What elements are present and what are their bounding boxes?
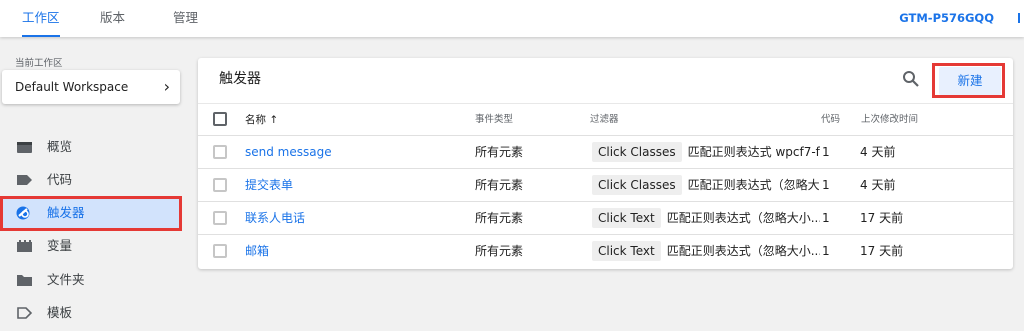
sidebar-item-folders[interactable]: 文件夹 <box>0 265 180 295</box>
workspace-caption: 当前工作区 <box>15 58 63 69</box>
tag-count: 1 <box>822 244 830 258</box>
filter-variable: Click Text <box>592 208 661 228</box>
workspace-selector[interactable]: Default Workspace › <box>2 70 180 104</box>
top-bar: 工作区 版本 管理 GTM-P576GQQ <box>0 0 1024 37</box>
sidebar-item-overview[interactable]: 概览 <box>0 132 180 162</box>
sidebar-item-label: 概览 <box>47 139 73 154</box>
filter-cell: Click Text 匹配正则表达式（忽略大小... <box>592 235 820 267</box>
row-checkbox[interactable] <box>213 244 227 258</box>
trigger-name-link[interactable]: 联系人电话 <box>245 202 305 234</box>
table-row[interactable]: 邮箱 所有元素 Click Text 匹配正则表达式（忽略大小... 1 17 天… <box>198 235 1013 268</box>
filter-condition: 匹配正则表达式（忽略大小... <box>666 244 820 258</box>
filter-cell: Click Classes 匹配正则表达式 wpcf7-f... <box>592 136 820 168</box>
triggers-card: 触发器 新建 名称 ↑ 事件类型 过滤器 代码 上次修改时间 send mess… <box>198 58 1013 269</box>
event-type: 所有元素 <box>475 145 524 159</box>
more-icon[interactable] <box>1014 0 1024 36</box>
trigger-name-link[interactable]: 邮箱 <box>245 235 269 267</box>
table-row[interactable]: send message 所有元素 Click Classes 匹配正则表达式 w… <box>198 136 1013 169</box>
column-header-last-edited[interactable]: 上次修改时间 <box>861 104 918 136</box>
select-all-checkbox[interactable] <box>213 112 227 126</box>
tag-icon <box>17 175 32 185</box>
folder-icon <box>17 275 32 286</box>
tab-workspace[interactable]: 工作区 <box>22 0 60 37</box>
column-header-filter[interactable]: 过滤器 <box>590 104 619 136</box>
workspace-name: Default Workspace <box>15 80 129 94</box>
template-icon <box>17 307 33 319</box>
row-checkbox[interactable] <box>213 145 227 159</box>
filter-condition: 匹配正则表达式（忽略大... <box>687 178 820 192</box>
search-icon[interactable] <box>902 70 920 88</box>
sidebar-item-label: 模板 <box>47 305 73 320</box>
table-row[interactable]: 提交表单 所有元素 Click Classes 匹配正则表达式（忽略大... 1 … <box>198 169 1013 202</box>
sidebar-item-label: 变量 <box>47 238 73 253</box>
last-edited: 17 天前 <box>860 244 904 258</box>
trigger-name-link[interactable]: send message <box>245 136 332 168</box>
highlight-box-triggers <box>0 196 182 231</box>
event-type: 所有元素 <box>475 244 524 258</box>
column-header-tags[interactable]: 代码 <box>821 104 840 136</box>
chevron-right-icon: › <box>163 77 170 96</box>
event-type: 所有元素 <box>475 178 524 192</box>
row-checkbox[interactable] <box>213 178 227 192</box>
overview-icon <box>17 142 32 153</box>
tag-count: 1 <box>822 145 830 159</box>
sidebar-item-label: 文件夹 <box>47 272 85 287</box>
filter-cell: Click Text 匹配正则表达式（忽略大小... <box>592 202 820 234</box>
column-header-event-type[interactable]: 事件类型 <box>475 104 513 136</box>
page-title: 触发器 <box>219 71 261 87</box>
sidebar-item-tags[interactable]: 代码 <box>0 165 180 195</box>
table-row[interactable]: 联系人电话 所有元素 Click Text 匹配正则表达式（忽略大小... 1 1… <box>198 202 1013 235</box>
container-id[interactable]: GTM-P576GQQ <box>899 0 994 36</box>
filter-variable: Click Classes <box>592 175 682 195</box>
tag-count: 1 <box>822 211 830 225</box>
highlight-box-new <box>932 63 1005 98</box>
filter-variable: Click Classes <box>592 142 682 162</box>
trigger-name-link[interactable]: 提交表单 <box>245 169 293 201</box>
tab-versions[interactable]: 版本 <box>100 0 125 37</box>
tab-admin[interactable]: 管理 <box>173 0 198 37</box>
variable-icon <box>17 240 32 252</box>
sidebar-item-templates[interactable]: 模板 <box>0 298 180 328</box>
sidebar-item-variables[interactable]: 变量 <box>0 231 180 261</box>
row-checkbox[interactable] <box>213 211 227 225</box>
event-type: 所有元素 <box>475 211 524 225</box>
table-header: 名称 ↑ 事件类型 过滤器 代码 上次修改时间 <box>198 103 1013 136</box>
column-header-name[interactable]: 名称 ↑ <box>245 104 278 136</box>
tag-count: 1 <box>822 178 830 192</box>
sidebar-item-label: 代码 <box>47 172 73 187</box>
last-edited: 17 天前 <box>860 211 904 225</box>
filter-variable: Click Text <box>592 241 661 261</box>
last-edited: 4 天前 <box>860 145 896 159</box>
filter-cell: Click Classes 匹配正则表达式（忽略大... <box>592 169 820 201</box>
filter-condition: 匹配正则表达式（忽略大小... <box>666 211 820 225</box>
filter-condition: 匹配正则表达式 wpcf7-f... <box>687 145 820 159</box>
last-edited: 4 天前 <box>860 178 896 192</box>
